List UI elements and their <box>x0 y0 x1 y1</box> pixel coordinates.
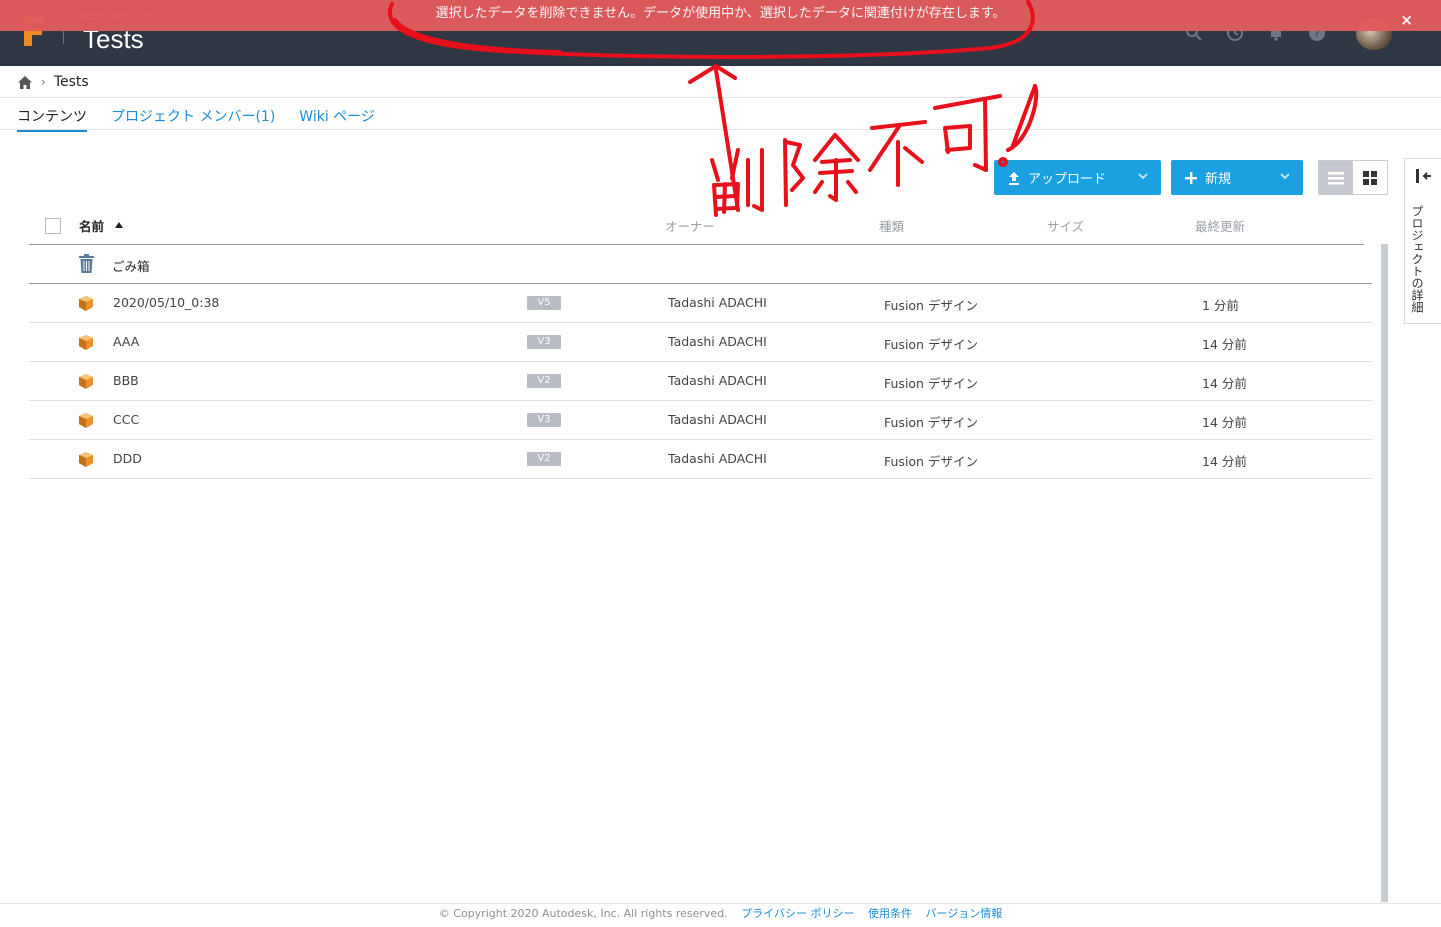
fusion-design-icon <box>79 413 93 428</box>
divider <box>0 97 1441 98</box>
row-type: Fusion デザイン <box>884 415 978 430</box>
version-badge[interactable]: V5 <box>527 296 561 310</box>
panel-toggle-icon[interactable] <box>1416 169 1432 183</box>
home-icon[interactable] <box>17 75 33 90</box>
upload-button-content: アップロード <box>994 168 1106 187</box>
view-toggle <box>1318 160 1388 195</box>
column-owner[interactable]: オーナー <box>665 216 715 235</box>
version-info-link[interactable]: バージョン情報 <box>925 907 1002 920</box>
row-modified: 1 分前 <box>1202 298 1239 313</box>
breadcrumb: › Tests <box>17 71 89 93</box>
plus-icon <box>1185 171 1197 184</box>
project-details-label[interactable]: プロジェクトの詳細 <box>1409 205 1426 313</box>
error-message: 選択したデータを削除できません。データが使用中か、選択したデータに関連付けが存在… <box>435 6 1006 21</box>
row-type: Fusion デザイン <box>884 376 978 391</box>
row-name[interactable]: BBB <box>113 373 139 388</box>
select-all-checkbox[interactable] <box>45 218 61 234</box>
row-owner: Tadashi ADACHI <box>668 373 767 388</box>
version-badge[interactable]: V3 <box>527 335 561 349</box>
error-notification: 選択したデータを削除できません。データが使用中か、選択したデータに関連付けが存在… <box>0 0 1441 31</box>
close-notification-button[interactable]: × <box>1400 6 1413 34</box>
row-modified: 14 分前 <box>1202 415 1247 430</box>
row-owner: Tadashi ADACHI <box>668 412 767 427</box>
row-type: Fusion デザイン <box>884 337 978 352</box>
trash-row[interactable]: ごみ箱 <box>29 245 1372 284</box>
new-label: 新規 <box>1205 172 1232 187</box>
table-row[interactable]: BBB V2 Tadashi ADACHI Fusion デザイン 14 分前 <box>29 362 1372 401</box>
table-row[interactable]: 2020/05/10_0:38 V5 Tadashi ADACHI Fusion… <box>29 284 1372 323</box>
chevron-down-icon[interactable] <box>1279 170 1291 182</box>
row-type: Fusion デザイン <box>884 454 978 469</box>
trash-icon <box>79 254 94 273</box>
divider <box>0 129 1441 130</box>
breadcrumb-separator-icon: › <box>41 75 46 89</box>
version-badge[interactable]: V2 <box>527 374 561 388</box>
column-modified[interactable]: 最終更新 <box>1195 216 1245 235</box>
grid-view-icon[interactable] <box>1353 161 1387 194</box>
list-view-icon[interactable] <box>1319 161 1353 194</box>
row-owner: Tadashi ADACHI <box>668 334 767 349</box>
table-row[interactable]: DDD V2 Tadashi ADACHI Fusion デザイン 14 分前 <box>29 440 1372 479</box>
new-button-content: 新規 <box>1171 168 1231 187</box>
table-row[interactable]: AAA V3 Tadashi ADACHI Fusion デザイン 14 分前 <box>29 323 1372 362</box>
new-button[interactable]: 新規 <box>1171 160 1303 195</box>
table-row[interactable]: CCC V3 Tadashi ADACHI Fusion デザイン 14 分前 <box>29 401 1372 440</box>
privacy-policy-link[interactable]: プライバシー ポリシー <box>741 907 854 920</box>
fusion-design-icon <box>79 296 93 311</box>
upload-icon <box>1009 171 1019 185</box>
fusion-design-icon <box>79 374 93 389</box>
row-name[interactable]: CCC <box>113 412 139 427</box>
fusion-design-icon <box>79 452 93 467</box>
terms-link[interactable]: 使用条件 <box>868 907 912 920</box>
chevron-down-icon[interactable] <box>1137 170 1149 182</box>
row-name[interactable]: DDD <box>113 451 142 466</box>
footer: © Copyright 2020 Autodesk, Inc. All righ… <box>0 903 1441 927</box>
row-modified: 14 分前 <box>1202 376 1247 391</box>
column-type[interactable]: 種類 <box>879 216 904 235</box>
row-owner: Tadashi ADACHI <box>668 295 767 310</box>
fusion-design-icon <box>79 335 93 350</box>
row-modified: 14 分前 <box>1202 454 1247 469</box>
row-owner: Tadashi ADACHI <box>668 451 767 466</box>
row-modified: 14 分前 <box>1202 337 1247 352</box>
column-size[interactable]: サイズ <box>1047 216 1084 235</box>
version-badge[interactable]: V2 <box>527 452 561 466</box>
trash-label: ごみ箱 <box>112 259 150 274</box>
breadcrumb-current: Tests <box>53 74 89 90</box>
version-badge[interactable]: V3 <box>527 413 561 427</box>
sort-asc-icon[interactable] <box>115 222 123 228</box>
copyright-text: © Copyright 2020 Autodesk, Inc. All righ… <box>438 907 728 920</box>
upload-label: アップロード <box>1028 172 1107 187</box>
row-name[interactable]: AAA <box>113 334 139 349</box>
vertical-scrollbar[interactable] <box>1381 244 1388 902</box>
row-name[interactable]: 2020/05/10_0:38 <box>113 295 219 310</box>
upload-button[interactable]: アップロード <box>994 160 1161 195</box>
table-header: 名前 オーナー 種類 サイズ 最終更新 <box>29 205 1364 245</box>
row-type: Fusion デザイン <box>884 298 978 313</box>
column-name[interactable]: 名前 <box>79 216 104 235</box>
